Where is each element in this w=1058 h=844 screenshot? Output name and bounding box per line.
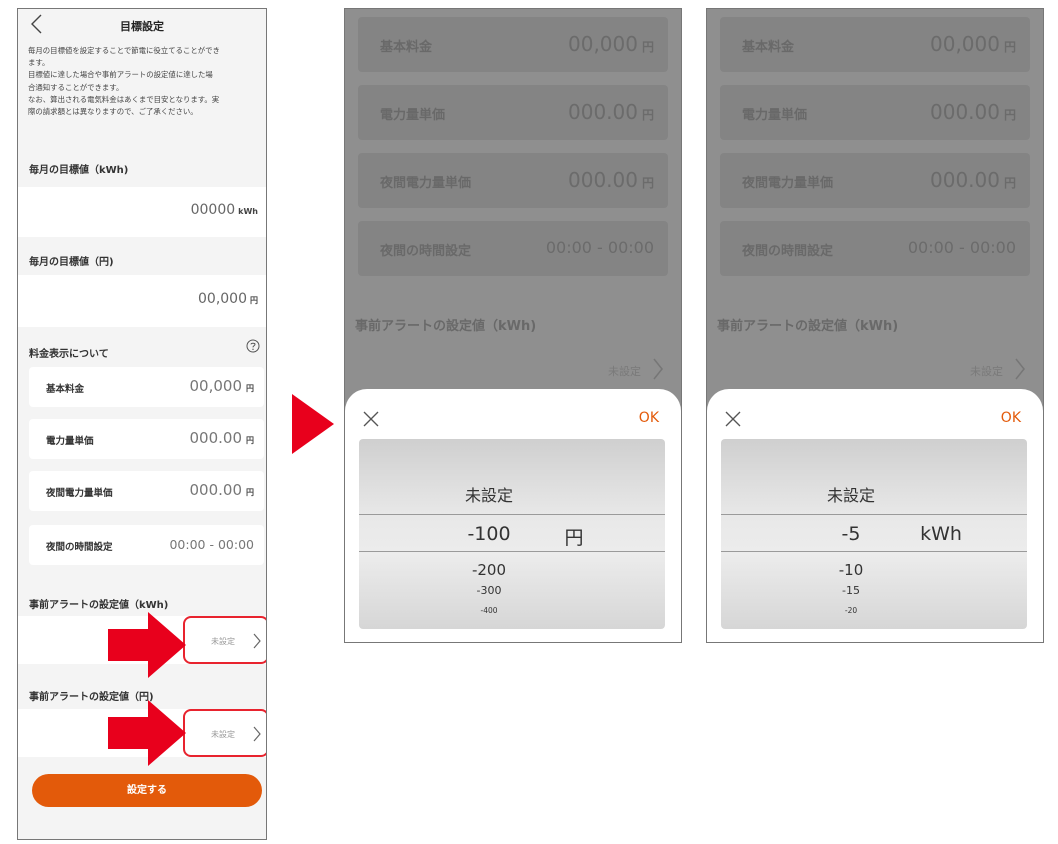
dim-row-night-rate: 夜間電力量単価 000.00 円 xyxy=(720,153,1030,208)
picker-option[interactable]: -10 xyxy=(801,561,901,579)
dim-alert-value: 未設定 xyxy=(970,365,1003,378)
red-arrow-icon xyxy=(108,700,186,766)
red-triangle-icon xyxy=(292,394,334,454)
picker-option[interactable]: 未設定 xyxy=(419,482,559,506)
monthly-kwh-value: 00000 xyxy=(190,202,236,218)
alert-yen-value: 未設定 xyxy=(211,730,235,739)
yen-picker-screen: 基本料金 00,000 円 電力量単価 000.00 円 夜間電力量単価 000.0… xyxy=(344,8,682,643)
picker-sheet: OK 未設定 -100 円 -200 -300 -400 xyxy=(345,389,681,642)
picker-option[interactable]: 未設定 xyxy=(781,482,921,506)
help-circle-icon[interactable] xyxy=(246,339,260,353)
dim-alert-value: 未設定 xyxy=(608,365,641,378)
alert-kwh-label: 事前アラートの設定値（kWh) xyxy=(29,600,169,611)
monthly-kwh-label: 毎月の目標値（kWh) xyxy=(29,165,129,176)
price-display-label: 料金表示について xyxy=(29,349,109,360)
kwh-picker-screen: 基本料金 00,000 円 電力量単価 000.00 円 夜間電力量単価 000.0… xyxy=(706,8,1044,643)
monthly-yen-field[interactable]: 00,000 円 xyxy=(18,275,266,327)
price-row-night-time[interactable]: 夜間の時間設定 00:00 - 00:00 xyxy=(29,525,264,565)
dim-alert-label: 事前アラートの設定値（kWh) xyxy=(355,319,537,334)
picker-option-selected[interactable]: -5 xyxy=(801,523,901,545)
dim-row-unit-rate: 電力量単価 000.00 円 xyxy=(358,85,668,140)
close-icon[interactable] xyxy=(725,411,741,427)
header: 目標設定 xyxy=(18,9,266,41)
monthly-kwh-field[interactable]: 00000 kWh xyxy=(18,187,266,237)
picker-unit: kWh xyxy=(920,523,962,545)
dim-row-basic: 基本料金 00,000 円 xyxy=(358,17,668,72)
chevron-right-icon[interactable] xyxy=(252,725,262,743)
chevron-right-icon xyxy=(1015,358,1025,380)
monthly-kwh-unit: kWh xyxy=(238,207,258,216)
picker-sheet: OK 未設定 -5 kWh -10 -15 -20 xyxy=(707,389,1043,642)
page-title: 目標設定 xyxy=(120,20,164,33)
monthly-yen-value: 00,000 xyxy=(198,291,247,307)
value-picker[interactable]: 未設定 -100 円 -200 -300 -400 xyxy=(359,439,665,629)
red-arrow-icon xyxy=(108,612,186,678)
close-icon[interactable] xyxy=(363,411,379,427)
price-row-unit-rate[interactable]: 電力量単価 000.00 円 xyxy=(29,419,264,459)
alert-kwh-value: 未設定 xyxy=(211,637,235,646)
dim-alert-label: 事前アラートの設定値（kWh) xyxy=(717,319,899,334)
price-row-basic[interactable]: 基本料金 00,000 円 xyxy=(29,367,264,407)
picker-option-selected[interactable]: -100 xyxy=(439,523,539,545)
monthly-yen-label: 毎月の目標値（円) xyxy=(29,257,114,268)
picker-option[interactable]: -200 xyxy=(439,561,539,579)
submit-button[interactable]: 設定する xyxy=(32,774,262,807)
description: 毎月の目標値を設定することで節電に役立てることができ ます。 目標値に達した場合… xyxy=(28,46,220,117)
dim-row-unit-rate: 電力量単価 000.00 円 xyxy=(720,85,1030,140)
picker-option[interactable]: -15 xyxy=(801,584,901,597)
ok-button[interactable]: OK xyxy=(639,410,659,426)
monthly-yen-unit: 円 xyxy=(250,296,258,305)
ok-button[interactable]: OK xyxy=(1001,410,1021,426)
chevron-right-icon xyxy=(653,358,663,380)
dim-row-night-time: 夜間の時間設定 00:00 - 00:00 xyxy=(358,221,668,276)
picker-option[interactable]: -300 xyxy=(439,584,539,597)
dim-row-night-rate: 夜間電力量単価 000.00 円 xyxy=(358,153,668,208)
price-row-night-rate[interactable]: 夜間電力量単価 000.00 円 xyxy=(29,471,264,511)
picker-option[interactable]: -20 xyxy=(801,606,901,615)
picker-unit: 円 xyxy=(564,527,584,549)
picker-option[interactable]: -400 xyxy=(439,606,539,615)
value-picker[interactable]: 未設定 -5 kWh -10 -15 -20 xyxy=(721,439,1027,629)
chevron-right-icon[interactable] xyxy=(252,632,262,650)
dim-row-night-time: 夜間の時間設定 00:00 - 00:00 xyxy=(720,221,1030,276)
dim-row-basic: 基本料金 00,000 円 xyxy=(720,17,1030,72)
